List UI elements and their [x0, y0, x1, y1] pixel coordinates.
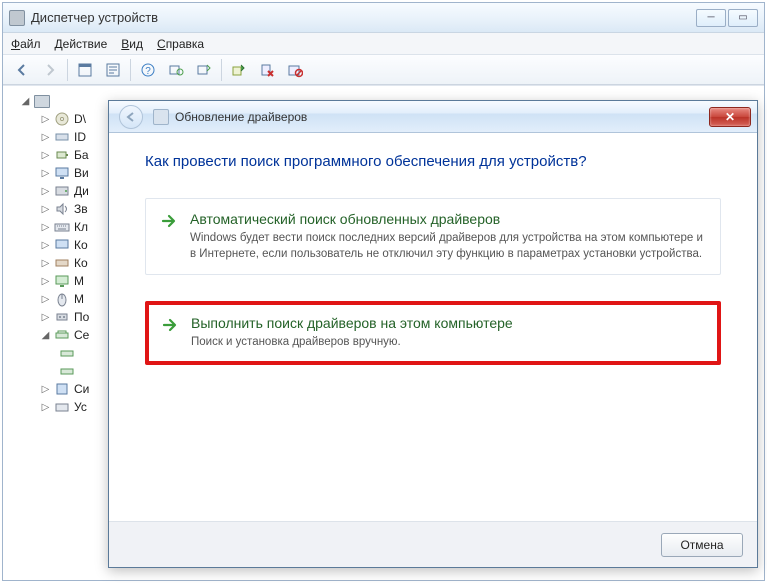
dm-title: Диспетчер устройств [31, 10, 696, 25]
dm-titlebar[interactable]: Диспетчер устройств ─ ▭ [3, 3, 764, 33]
toolbar-properties-button[interactable] [102, 59, 124, 81]
mouse-icon [54, 291, 70, 307]
menu-action[interactable]: Действие [55, 37, 108, 51]
toolbar-disable-button[interactable] [284, 59, 306, 81]
display-icon [54, 165, 70, 181]
dm-maximize-button[interactable]: ▭ [728, 9, 758, 27]
toolbar-help-button[interactable]: ? [137, 59, 159, 81]
toolbar-back-button[interactable] [11, 59, 33, 81]
collapse-icon[interactable]: ◢ [21, 97, 30, 106]
update-driver-dialog: Обновление драйверов ✕ Как провести поис… [108, 100, 758, 568]
cancel-button-label: Отмена [680, 538, 723, 552]
port-icon [54, 309, 70, 325]
controller-icon [54, 255, 70, 271]
dm-minimize-button[interactable]: ─ [696, 9, 726, 27]
toolbar-scan-button[interactable] [165, 59, 187, 81]
menu-file[interactable]: Файл [11, 37, 41, 51]
hid-icon [54, 399, 70, 415]
menu-help[interactable]: Справка [157, 37, 204, 51]
ide-icon [54, 129, 70, 145]
monitor-icon [54, 273, 70, 289]
option-browse-desc: Поиск и установка драйверов вручную. [191, 335, 703, 351]
dialog-footer: Отмена [109, 521, 757, 567]
option-auto-desc: Windows будет вести поиск последних верс… [190, 231, 704, 262]
dialog-title: Обновление драйверов [175, 110, 709, 124]
arrow-right-icon [161, 316, 179, 334]
system-icon [54, 381, 70, 397]
dm-menubar: Файл Действие Вид Справка [3, 33, 764, 55]
toolbar-show-hidden-button[interactable] [74, 59, 96, 81]
toolbar-scan-hw-button[interactable] [193, 59, 215, 81]
cancel-button[interactable]: Отмена [661, 533, 743, 557]
svg-text:?: ? [145, 66, 151, 77]
arrow-right-icon [160, 212, 178, 230]
back-button[interactable] [119, 105, 143, 129]
dialog-heading: Как провести поиск программного обеспече… [145, 153, 721, 170]
toolbar-update-driver-button[interactable] [228, 59, 250, 81]
dialog-titlebar[interactable]: Обновление драйверов ✕ [109, 101, 757, 133]
battery-icon [54, 147, 70, 163]
option-browse-title: Выполнить поиск драйверов на этом компью… [191, 315, 703, 331]
network-icon [54, 327, 70, 343]
disk-icon [54, 183, 70, 199]
computer-icon [34, 95, 50, 108]
option-auto-search[interactable]: Автоматический поиск обновленных драйвер… [145, 198, 721, 275]
dvd-icon [54, 111, 70, 127]
menu-view[interactable]: Вид [121, 37, 143, 51]
audio-icon [54, 201, 70, 217]
toolbar-forward-button[interactable] [39, 59, 61, 81]
option-browse-computer[interactable]: Выполнить поиск драйверов на этом компью… [145, 301, 721, 365]
dialog-title-icon [153, 109, 169, 125]
network-adapter-icon [59, 363, 75, 379]
option-auto-title: Автоматический поиск обновленных драйвер… [190, 211, 704, 227]
dm-title-icon [9, 10, 25, 26]
computer-icon [54, 237, 70, 253]
dm-toolbar: ? [3, 55, 764, 85]
keyboard-icon [54, 219, 70, 235]
network-adapter-icon [59, 345, 75, 361]
toolbar-uninstall-button[interactable] [256, 59, 278, 81]
close-button[interactable]: ✕ [709, 107, 751, 127]
dialog-body: Как провести поиск программного обеспече… [109, 133, 757, 521]
